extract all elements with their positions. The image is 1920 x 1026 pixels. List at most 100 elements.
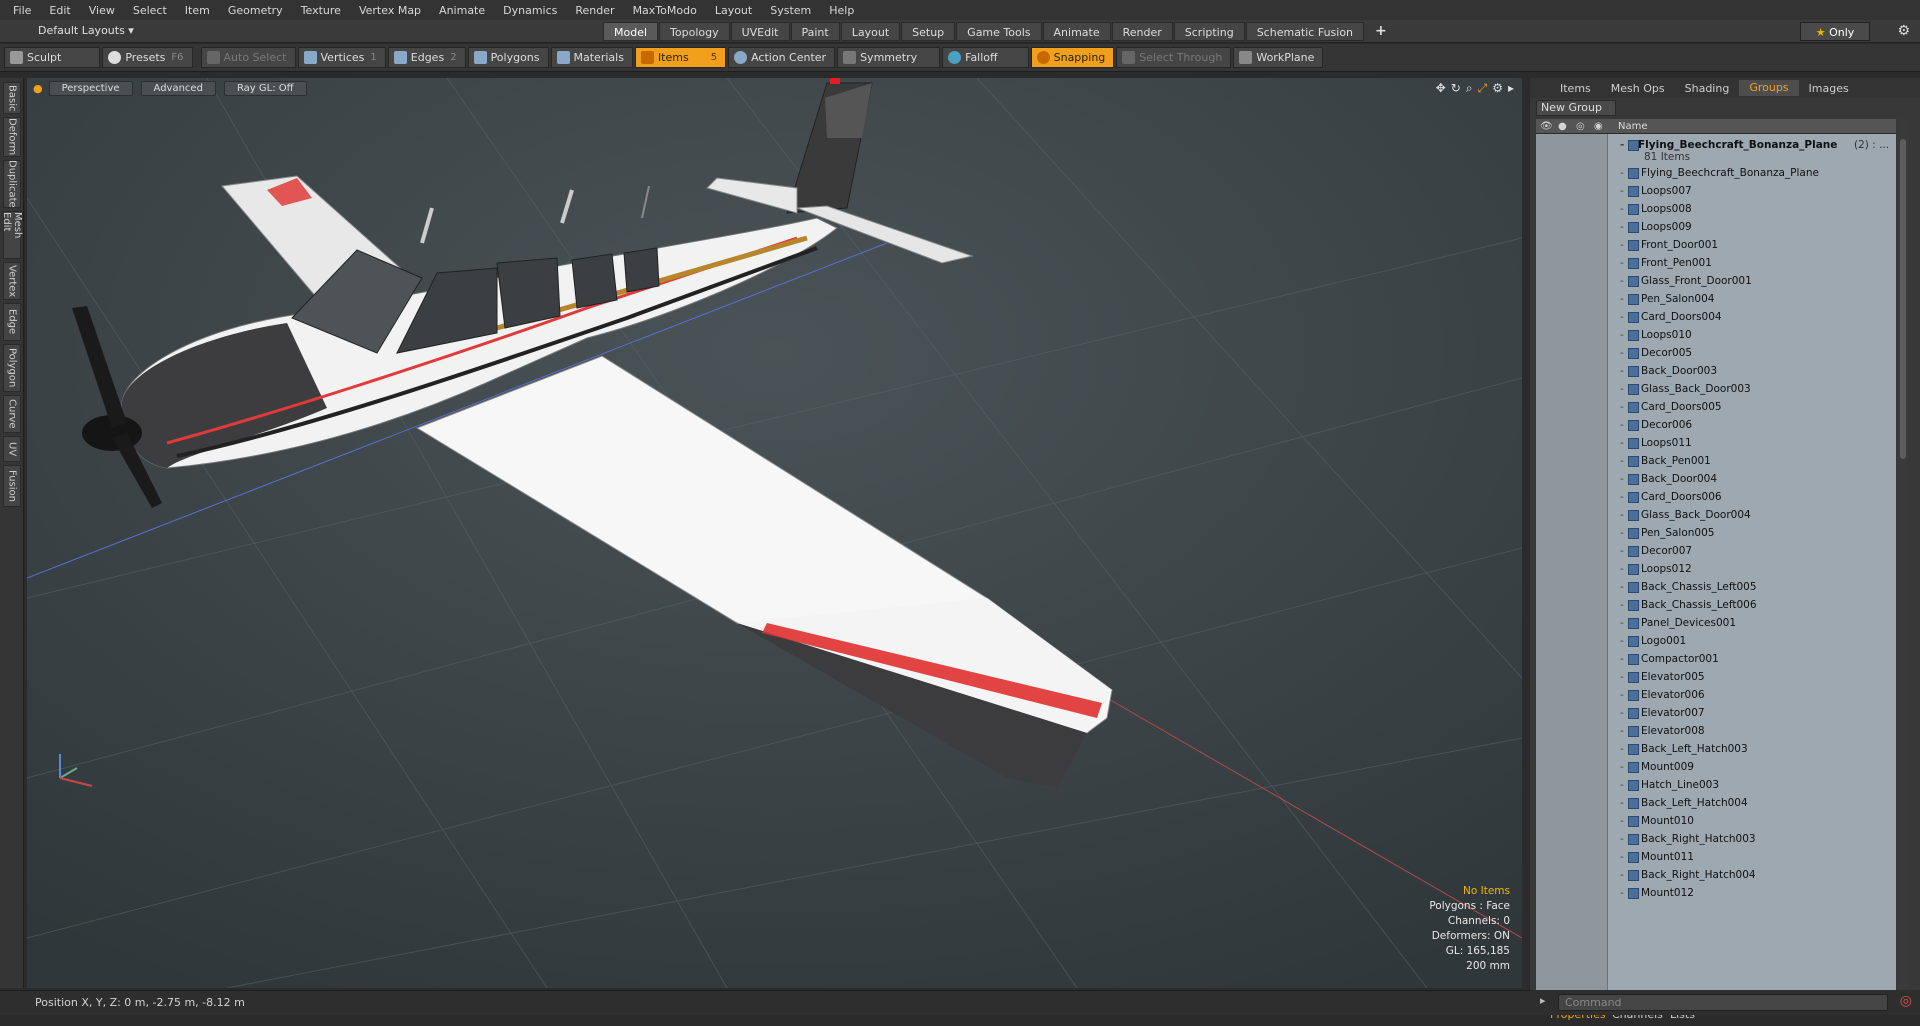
side-tab-uv[interactable]: UV <box>3 436 21 462</box>
list-item[interactable]: - Back_Door004 <box>1536 470 1896 488</box>
tab-model[interactable]: Model <box>603 22 659 41</box>
only-toggle[interactable]: ★ Only <box>1800 22 1870 41</box>
list-item[interactable]: - Back_Chassis_Left006 <box>1536 596 1896 614</box>
menu-render[interactable]: Render <box>566 4 623 17</box>
list-item[interactable]: - Glass_Back_Door003 <box>1536 380 1896 398</box>
menu-help[interactable]: Help <box>820 4 863 17</box>
list-item[interactable]: - Decor007 <box>1536 542 1896 560</box>
side-tab-curve[interactable]: Curve <box>3 395 21 433</box>
side-tab-fusion[interactable]: Fusion <box>3 465 21 507</box>
list-item[interactable]: - Back_Chassis_Left005 <box>1536 578 1896 596</box>
list-item[interactable]: - Compactor001 <box>1536 650 1896 668</box>
side-tab-duplicate[interactable]: Duplicate <box>3 160 21 208</box>
viewport-settings-icon[interactable]: ⚙ <box>1492 81 1503 96</box>
tab-uvedit[interactable]: UVEdit <box>730 22 790 41</box>
menu-maxtomodo[interactable]: MaxToModo <box>624 4 706 17</box>
materials-button[interactable]: Materials <box>550 47 633 68</box>
list-item[interactable]: - Back_Left_Hatch003 <box>1536 740 1896 758</box>
menu-view[interactable]: View <box>80 4 124 17</box>
layouts-dropdown[interactable]: Default Layouts ▾ <box>38 24 134 37</box>
right-tab-groups[interactable]: Groups <box>1739 80 1799 96</box>
tab-render[interactable]: Render <box>1111 22 1173 41</box>
list-item[interactable]: - Loops008 <box>1536 200 1896 218</box>
list-item[interactable]: - Loops012 <box>1536 560 1896 578</box>
list-item[interactable]: - Hatch_Line003 <box>1536 776 1896 794</box>
menu-dynamics[interactable]: Dynamics <box>494 4 566 17</box>
list-item[interactable]: - Loops011 <box>1536 434 1896 452</box>
view-mode-button[interactable]: Perspective <box>48 80 133 96</box>
list-item[interactable]: - Front_Door001 <box>1536 236 1896 254</box>
list-item[interactable]: - Glass_Front_Door001 <box>1536 272 1896 290</box>
list-item[interactable]: - Mount010 <box>1536 812 1896 830</box>
list-item[interactable]: - Decor006 <box>1536 416 1896 434</box>
list-item[interactable]: - Elevator006 <box>1536 686 1896 704</box>
presets-button[interactable]: Presets F6 <box>102 47 193 68</box>
new-group-button[interactable]: New Group <box>1536 100 1616 116</box>
menu-edit[interactable]: Edit <box>40 4 79 17</box>
list-item[interactable]: - Elevator008 <box>1536 722 1896 740</box>
list-item[interactable]: - Card_Doors006 <box>1536 488 1896 506</box>
zoom-icon[interactable]: ⌕ <box>1466 81 1473 96</box>
list-item[interactable]: - Back_Right_Hatch004 <box>1536 866 1896 884</box>
edges-button[interactable]: Edges 2 <box>387 47 466 68</box>
sculpt-button[interactable]: Sculpt <box>4 47 101 68</box>
tab-schematic-fusion[interactable]: Schematic Fusion <box>1245 22 1365 41</box>
raygl-button[interactable]: Ray GL: Off <box>223 80 307 96</box>
side-tab-edge[interactable]: Edge <box>3 303 21 341</box>
record-icon[interactable]: ◎ <box>1900 993 1912 1009</box>
menu-select[interactable]: Select <box>124 4 176 17</box>
expand-icon[interactable]: ▸ <box>1508 81 1514 96</box>
rotate-icon[interactable]: ↻ <box>1451 81 1461 96</box>
viewport-menu-icon[interactable]: ● <box>33 82 43 95</box>
menu-file[interactable]: File <box>4 4 40 17</box>
right-tab-shading[interactable]: Shading <box>1675 82 1740 95</box>
list-item[interactable]: - Back_Door003 <box>1536 362 1896 380</box>
right-tab-items[interactable]: Items <box>1550 82 1601 95</box>
list-item[interactable]: - Panel_Devices001 <box>1536 614 1896 632</box>
command-input[interactable]: Command <box>1558 994 1888 1011</box>
list-item[interactable]: - Pen_Salon004 <box>1536 290 1896 308</box>
tab-setup[interactable]: Setup <box>901 22 956 41</box>
symmetry-button[interactable]: Symmetry <box>837 47 941 68</box>
list-item[interactable]: - Elevator005 <box>1536 668 1896 686</box>
list-item[interactable]: - Glass_Back_Door004 <box>1536 506 1896 524</box>
select-through-button[interactable]: Select Through <box>1116 47 1232 68</box>
groups-list[interactable]: - Flying_Beechcraft_Bonanza_Plane (2) : ..… <box>1536 134 1896 999</box>
items-button[interactable]: Items 5 <box>634 47 727 68</box>
menu-geometry[interactable]: Geometry <box>219 4 292 17</box>
action-center-button[interactable]: Action Center <box>728 47 836 68</box>
list-item[interactable]: - Card_Doors005 <box>1536 398 1896 416</box>
list-item[interactable]: - Loops010 <box>1536 326 1896 344</box>
list-item[interactable]: - Back_Pen001 <box>1536 452 1896 470</box>
list-item[interactable]: - Loops009 <box>1536 218 1896 236</box>
tab-paint[interactable]: Paint <box>790 22 840 41</box>
3d-viewport[interactable]: ● Perspective Advanced Ray GL: Off ✥ ↻ ⌕… <box>27 78 1522 988</box>
tab-layout[interactable]: Layout <box>840 22 901 41</box>
list-item[interactable]: - Pen_Salon005 <box>1536 524 1896 542</box>
menu-item[interactable]: Item <box>176 4 219 17</box>
shading-mode-button[interactable]: Advanced <box>140 80 216 96</box>
tab-animate[interactable]: Animate <box>1042 22 1111 41</box>
menu-layout[interactable]: Layout <box>706 4 761 17</box>
menu-animate[interactable]: Animate <box>430 4 494 17</box>
menu-texture[interactable]: Texture <box>292 4 350 17</box>
gear-icon[interactable]: ⚙ <box>1897 23 1910 39</box>
list-item[interactable]: - Elevator007 <box>1536 704 1896 722</box>
right-tab-images[interactable]: Images <box>1799 82 1859 95</box>
side-tab-vertex[interactable]: Vertex <box>3 262 21 300</box>
list-item[interactable]: - Loops007 <box>1536 182 1896 200</box>
list-item[interactable]: - Mount011 <box>1536 848 1896 866</box>
tab-topology[interactable]: Topology <box>659 22 730 41</box>
workplane-button[interactable]: WorkPlane <box>1233 47 1324 68</box>
add-tab-icon[interactable]: + <box>1365 22 1397 41</box>
side-tab-basic[interactable]: Basic <box>3 82 21 114</box>
list-item[interactable]: - Card_Doors004 <box>1536 308 1896 326</box>
side-tab-polygon[interactable]: Polygon <box>3 344 21 392</box>
auto-select-button[interactable]: Auto Select <box>200 47 296 68</box>
right-tab-mesh-ops[interactable]: Mesh Ops <box>1601 82 1675 95</box>
side-tab-deform[interactable]: Deform <box>3 117 21 157</box>
menu-vertex-map[interactable]: Vertex Map <box>350 4 430 17</box>
polygons-button[interactable]: Polygons <box>467 47 549 68</box>
fit-icon[interactable]: ⤢ <box>1478 81 1488 96</box>
tab-game-tools[interactable]: Game Tools <box>956 22 1042 41</box>
